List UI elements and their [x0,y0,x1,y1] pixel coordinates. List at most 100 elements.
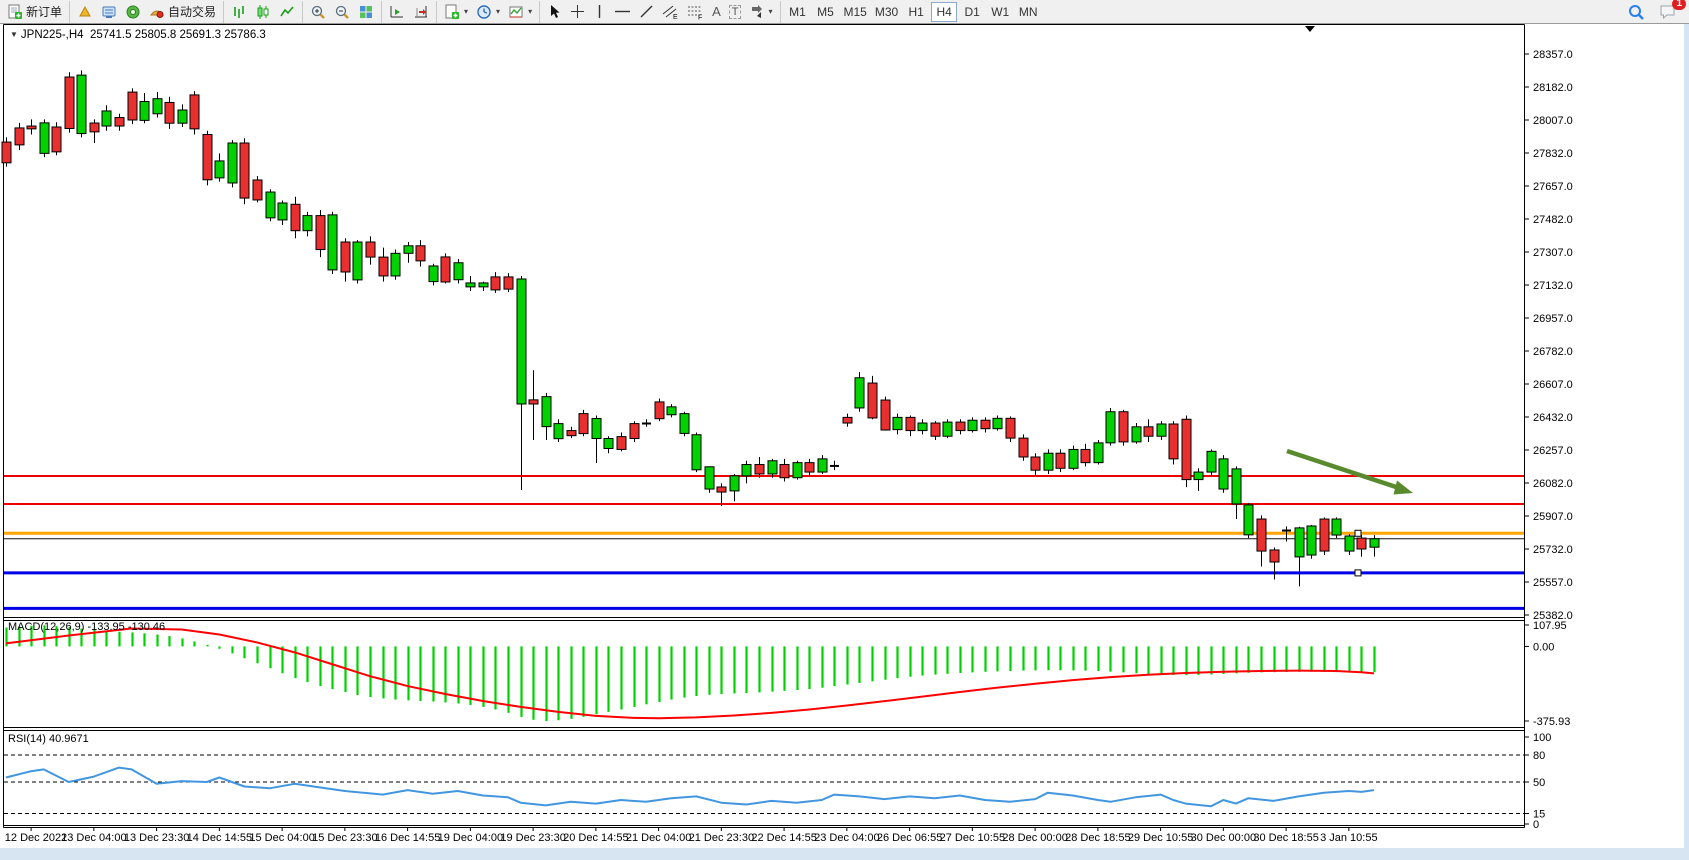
template-button[interactable]: ▾ [505,2,535,22]
candle-body [404,246,413,254]
price-tick-label: 26782.0 [1533,346,1573,358]
text-label-button[interactable]: T [726,2,745,22]
candle-body [630,424,639,439]
time-axis-label: 22 Dec 14:55 [751,832,816,844]
search-button[interactable] [1624,2,1648,22]
trendline-button[interactable] [636,2,657,22]
candle-body [692,435,701,470]
candle-body [981,420,990,428]
timeframe-button-w1[interactable]: W1 [987,2,1013,22]
candle-body [1357,538,1366,549]
auto-scroll-button[interactable] [386,2,408,22]
candle-body [27,126,36,129]
notifications-button[interactable]: 1 [1656,2,1680,22]
macd-tick-label: 0.00 [1533,641,1554,653]
market-watch-button[interactable] [74,2,96,22]
candle-body [1232,469,1241,504]
arrows-button[interactable]: ▾ [746,2,775,22]
dropdown-caret: ▾ [528,7,532,16]
candle-body [1307,526,1316,555]
crosshair-button[interactable] [567,2,588,22]
new-order-button[interactable]: 新订单 [4,2,65,22]
autotrade-label: 自动交易 [168,3,216,20]
candle-body [1219,459,1228,489]
equidistant-channel-button[interactable]: E [659,2,682,22]
candle-body [466,283,475,287]
timeframe-button-m1[interactable]: M1 [785,2,811,22]
candle-body [203,135,212,180]
candle-body [943,422,952,436]
candle-body [730,476,739,491]
candle-body [805,463,814,472]
candle-body [215,161,224,178]
cursor-button[interactable] [544,2,565,22]
candle-body [868,383,877,418]
period-clock-button[interactable]: ▾ [473,2,503,22]
svg-text:F: F [698,14,702,20]
autotrade-button[interactable]: 自动交易 [146,2,219,22]
data-window-button[interactable] [98,2,120,22]
timeframe-button-m5[interactable]: M5 [813,2,839,22]
chart-dropdown-icon[interactable]: ▼ [10,30,18,39]
line-chart-button[interactable] [276,2,298,22]
candle-body [165,102,174,123]
candle-body [1006,418,1015,438]
hline-handle [1355,530,1361,536]
time-axis-label: 26 Dec 06:55 [877,832,942,844]
candlestick-chart-button[interactable] [252,2,274,22]
time-axis-label: 13 Dec 04:00 [61,832,126,844]
zoom-out-icon [334,4,350,20]
candle-body [140,102,149,121]
new-chart-icon [444,4,460,20]
candle-body [128,92,137,120]
timeframe-button-h4[interactable]: H4 [931,2,957,22]
candle-body [567,431,576,436]
timeframe-button-h1[interactable]: H1 [903,2,929,22]
new-chart-button[interactable]: ▾ [441,2,471,22]
toolbar: 新订单 自动交易 ▾ ▾ ▾ [0,0,1689,24]
tile-windows-button[interactable] [355,2,377,22]
line-chart-icon [279,4,295,20]
candle-body [1132,427,1141,442]
candle-body [153,99,162,114]
rsi-tick-label: 0 [1533,819,1539,831]
bar-chart-button[interactable] [228,2,250,22]
candle-body [717,487,726,492]
cursor-icon [547,4,562,19]
timeframe-button-d1[interactable]: D1 [959,2,985,22]
candle-body [115,118,124,126]
chart-shift-button[interactable] [410,2,432,22]
text-button[interactable]: A [709,2,724,22]
candle-body [353,242,362,280]
candle-body [316,216,325,250]
candle-body [1094,443,1103,463]
time-axis-label: 19 Dec 23:30 [500,832,565,844]
zoom-in-button[interactable] [307,2,329,22]
candlestick-chart[interactable]: 28357.028182.028007.027832.027657.027482… [0,0,1689,860]
timeframe-button-m30[interactable]: M30 [872,2,901,22]
candlestick-chart-icon [255,4,271,20]
zoom-in-icon [310,4,326,20]
time-axis-label: 30 Dec 18:55 [1253,832,1318,844]
time-axis-label: 23 Dec 04:00 [814,832,879,844]
candle-body [1207,451,1216,472]
timeframe-button-m15[interactable]: M15 [841,2,870,22]
price-tick-label: 27482.0 [1533,214,1573,226]
svg-text:E: E [673,14,678,20]
rsi-tick-label: 100 [1533,732,1551,744]
new-order-label: 新订单 [26,3,62,20]
candle-body [517,279,526,404]
candle-body [604,438,613,448]
chart-symbol-period: JPN225-,H4 [21,29,84,41]
zoom-out-button[interactable] [331,2,353,22]
navigator-button[interactable] [122,2,144,22]
candle-body [542,397,551,427]
fibonacci-button[interactable]: F [684,2,707,22]
horizontal-line-button[interactable] [611,2,634,22]
candle-body [1106,412,1115,443]
chart-ohlc: 25741.5 25805.8 25691.3 25786.3 [90,29,266,41]
vertical-line-button[interactable] [590,2,609,22]
candle-body [554,424,563,439]
timeframe-button-mn[interactable]: MN [1015,2,1041,22]
candle-body [1081,449,1090,462]
